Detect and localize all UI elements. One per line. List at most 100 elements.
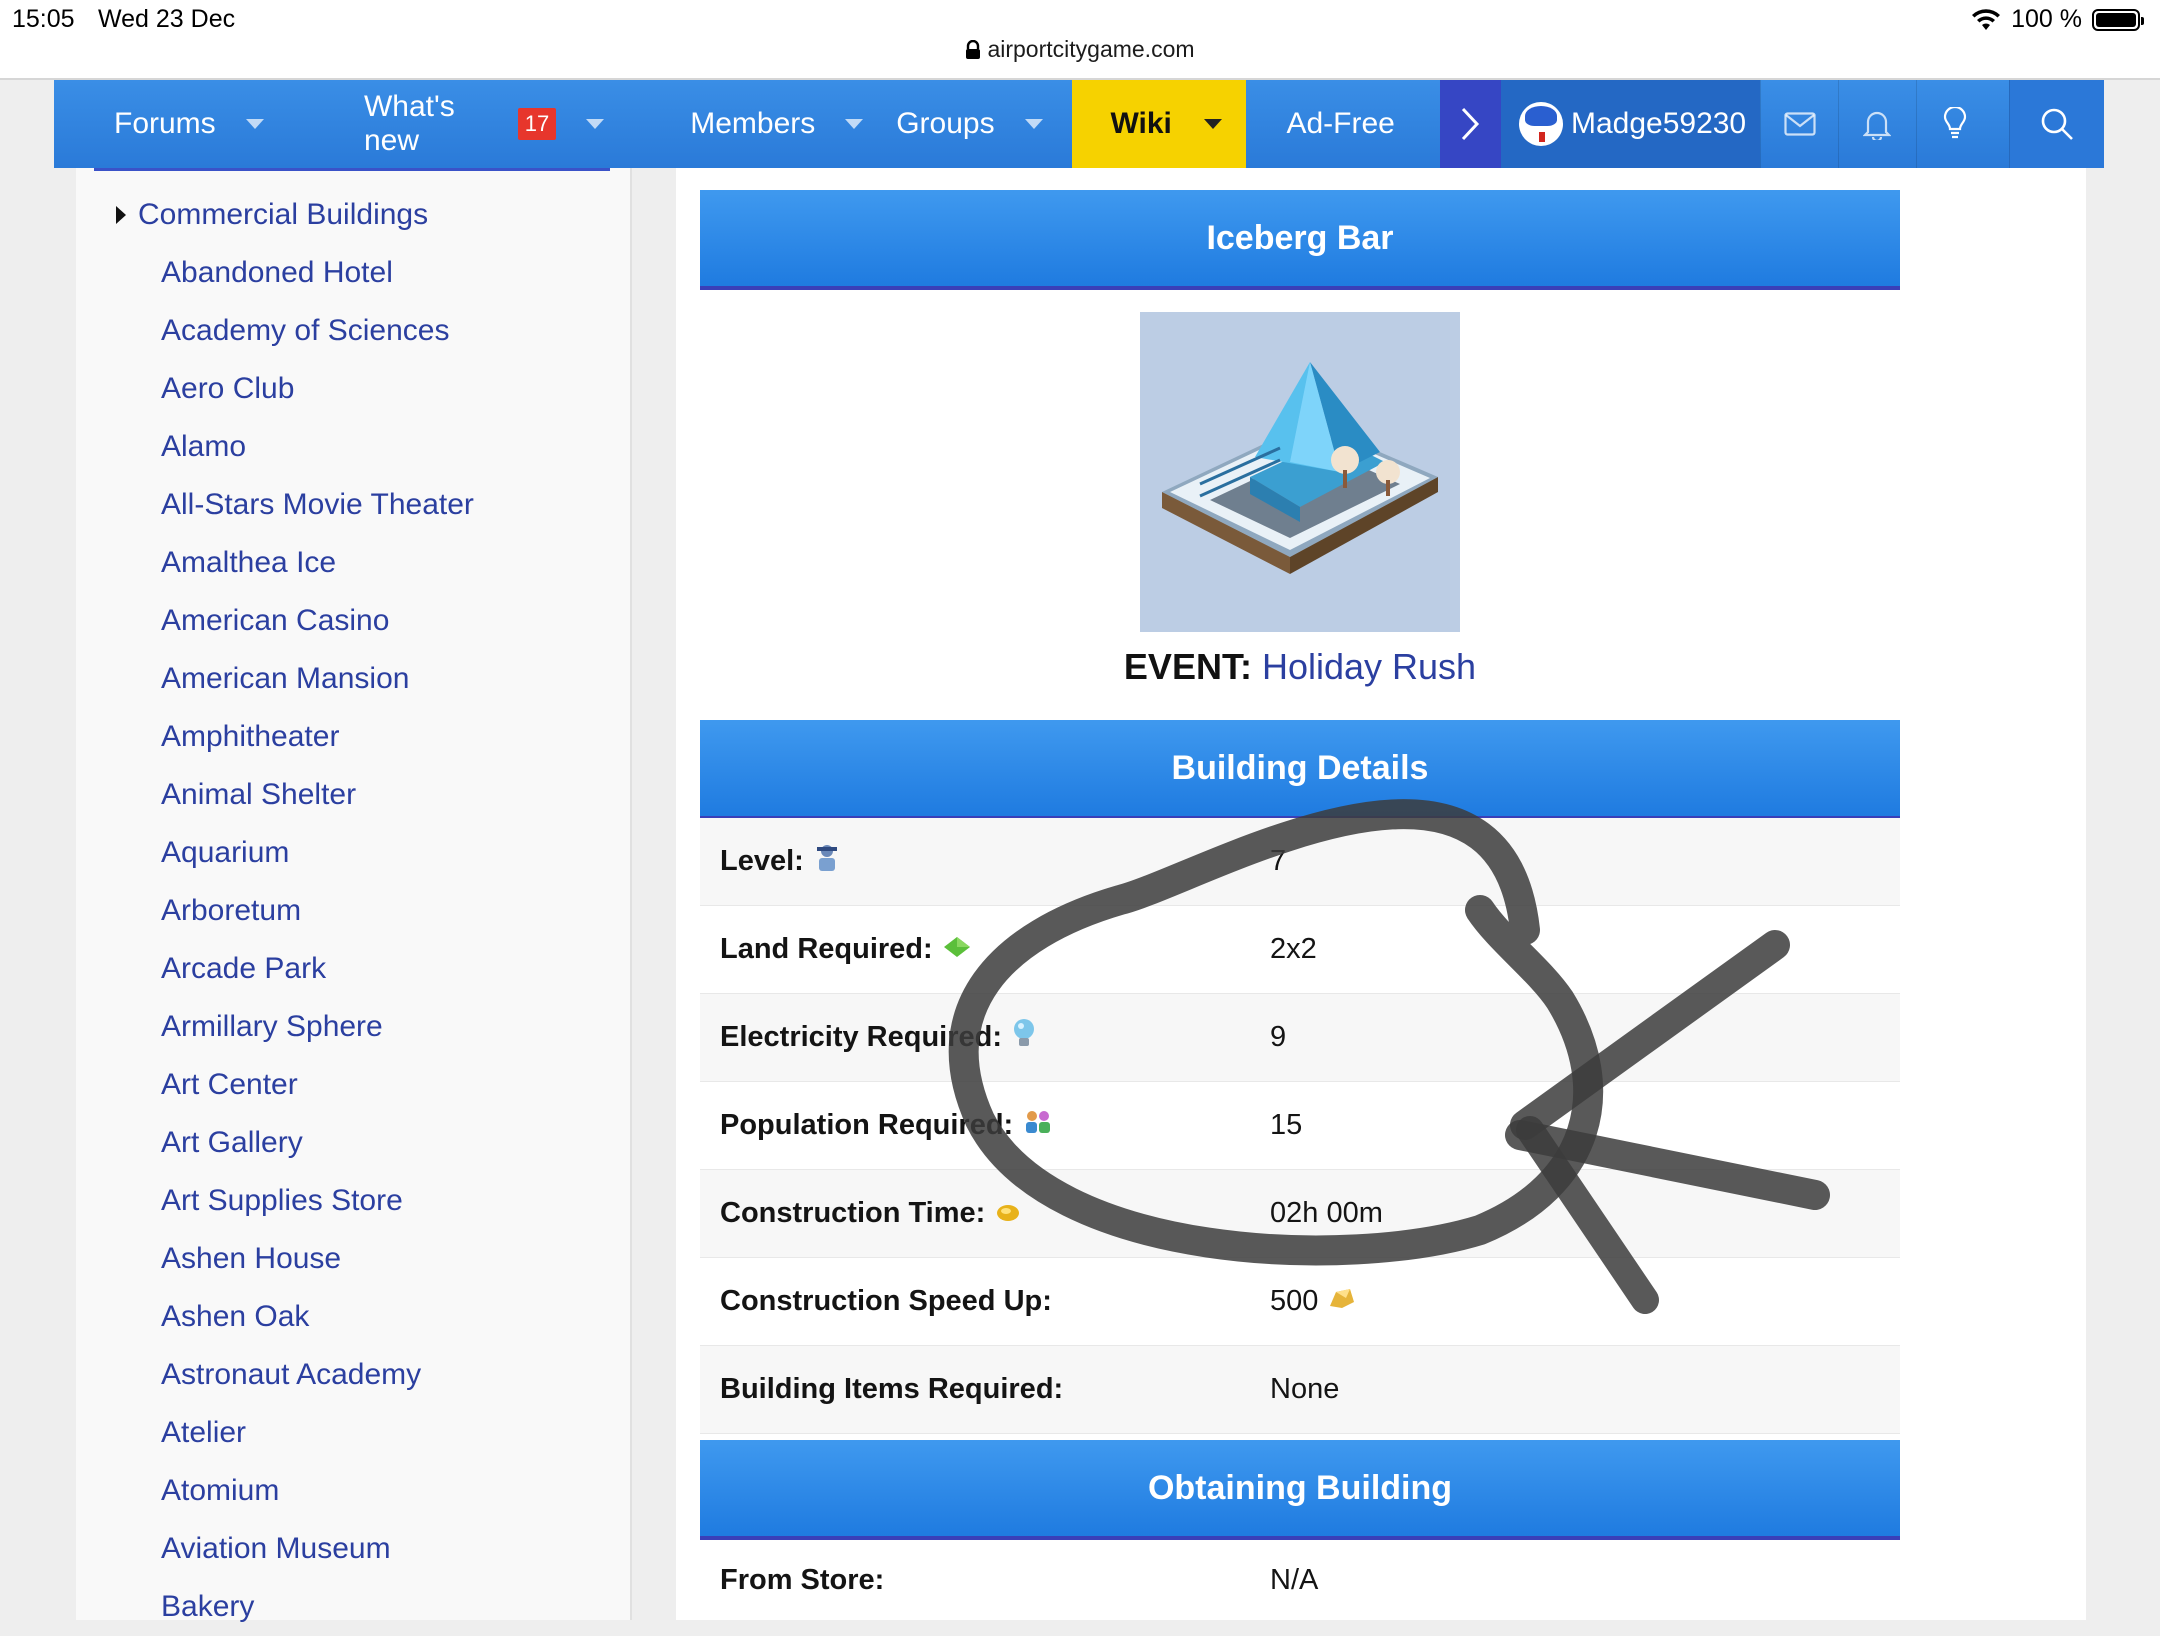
building-details-title: Building Details (1171, 748, 1429, 787)
nav-whats-new-label: What's new (363, 90, 455, 157)
sidebar-item[interactable]: American Casino (76, 592, 630, 650)
details-label: Population Required: (700, 1109, 1270, 1143)
building-title-header: Iceberg Bar (700, 190, 1900, 290)
event-label: EVENT: (1123, 646, 1252, 687)
sidebar-item[interactable]: Amalthea Ice (76, 534, 630, 592)
status-bar: 15:05 Wed 23 Dec 100 % airportcitygame.c… (0, 0, 2160, 80)
event-link[interactable]: Holiday Rush (1262, 646, 1476, 687)
alerts-button[interactable] (1837, 80, 1916, 168)
sidebar-item[interactable]: Bakery (76, 1578, 630, 1636)
ideas-button[interactable] (1915, 80, 1994, 168)
building-image (1140, 312, 1460, 632)
status-time: 15:05 (12, 5, 75, 33)
nav-whats-new[interactable]: What's new 17 (296, 80, 630, 168)
sidebar-item[interactable]: Arcade Park (76, 940, 630, 998)
url-text: airportcitygame.com (987, 36, 1195, 62)
sidebar-item[interactable]: Atelier (76, 1404, 630, 1462)
details-label-text: Land Required: (720, 933, 933, 965)
search-icon (2041, 108, 2073, 140)
envelope-icon (1784, 112, 1816, 136)
search-button[interactable] (2009, 80, 2104, 168)
details-row: Electricity Required: 9 (700, 994, 1900, 1082)
address-bar[interactable]: airportcitygame.com (0, 36, 2160, 63)
chevron-down-icon[interactable] (1203, 119, 1222, 129)
building-details-header: Building Details (700, 720, 1900, 820)
chevron-down-icon[interactable] (586, 119, 605, 129)
expand-triangle-icon[interactable] (116, 206, 126, 224)
sidebar-category-label: Commercial Buildings (138, 198, 429, 231)
time-icon (995, 1197, 1021, 1230)
nav-wiki[interactable]: Wiki (1072, 80, 1247, 168)
event-line: EVENT: Holiday Rush (700, 646, 1900, 688)
sidebar-category[interactable]: Commercial Buildings (76, 186, 630, 244)
details-value-text: 7 (1270, 845, 1287, 877)
bell-icon (1863, 111, 1892, 140)
nav-groups[interactable]: Groups (850, 80, 1072, 168)
nav-groups-label: Groups (896, 107, 995, 140)
wiki-sidebar: Commercial Buildings Abandoned Hotel Acad… (76, 168, 632, 1623)
sidebar-item[interactable]: Armillary Sphere (76, 998, 630, 1056)
details-label-text: Level: (720, 845, 804, 877)
from-store-row: From Store: N/A (700, 1540, 1900, 1620)
nav-scroll-right-button[interactable] (1439, 80, 1501, 168)
details-value-text: 2x2 (1270, 933, 1317, 965)
building-title: Iceberg Bar (1206, 218, 1394, 257)
chevron-down-icon[interactable] (1024, 119, 1043, 129)
gold-icon (1328, 1285, 1356, 1318)
sidebar-item[interactable]: Aero Club (76, 360, 630, 418)
details-row: Construction Speed Up: 500 (700, 1258, 1900, 1346)
sidebar-item[interactable]: Abandoned Hotel (76, 244, 630, 302)
sidebar-item[interactable]: Arboretum (76, 882, 630, 940)
details-value-text: 9 (1270, 1021, 1287, 1053)
inbox-button[interactable] (1760, 80, 1838, 168)
details-value-text: 15 (1270, 1109, 1303, 1141)
sidebar-item[interactable]: Ashen Oak (76, 1288, 630, 1346)
lock-icon (966, 40, 981, 59)
electricity-icon (1012, 1018, 1036, 1058)
nav-ad-free-label: Ad-Free (1286, 107, 1395, 140)
nav-members[interactable]: Members (630, 80, 864, 168)
details-value: 500 (1270, 1285, 1356, 1318)
sidebar-item[interactable]: Animal Shelter (76, 766, 630, 824)
site-nav: Forums What's new 17 Members Groups Wiki… (54, 80, 2104, 168)
iceberg-bar-illustration (1162, 362, 1438, 574)
battery-icon (2092, 8, 2144, 31)
details-row: Level: 7 (700, 818, 1900, 906)
sidebar-item[interactable]: Art Gallery (76, 1114, 630, 1172)
lightbulb-icon (1943, 107, 1966, 139)
nav-forums[interactable]: Forums (54, 80, 296, 168)
sidebar-item[interactable]: All-Stars Movie Theater (76, 476, 630, 534)
avatar (1518, 102, 1563, 146)
sidebar-item[interactable]: American Mansion (76, 650, 630, 708)
sidebar-item[interactable]: Aviation Museum (76, 1520, 630, 1578)
details-value: None (1270, 1373, 1339, 1406)
sidebar-item[interactable]: Aquarium (76, 824, 630, 882)
user-menu[interactable]: Madge59230 (1500, 80, 1761, 168)
sidebar-item[interactable]: Amphitheater (76, 708, 630, 766)
details-label: Land Required: (700, 933, 1270, 966)
nav-wiki-label: Wiki (1110, 107, 1172, 140)
details-label-text: Construction Speed Up: (720, 1285, 1052, 1317)
sidebar-item[interactable]: Alamo (76, 418, 630, 476)
details-row: Building Items Required: None (700, 1346, 1900, 1434)
details-label-text: Construction Time: (720, 1197, 986, 1229)
notification-badge: 17 (517, 108, 557, 140)
main-content: Iceberg Bar EVENT: Holiday Rush Building… (676, 168, 2086, 1620)
sidebar-item[interactable]: Ashen House (76, 1230, 630, 1288)
sidebar-item[interactable]: Art Center (76, 1056, 630, 1114)
sidebar-item[interactable]: Academy of Sciences (76, 302, 630, 360)
sidebar-item[interactable]: Art Supplies Store (76, 1172, 630, 1230)
from-store-value: N/A (1270, 1563, 1319, 1596)
sidebar-item[interactable]: Astronaut Academy (76, 1346, 630, 1404)
chevron-down-icon[interactable] (245, 119, 264, 129)
details-label: Level: (700, 843, 1270, 881)
sidebar-list: Commercial Buildings Abandoned Hotel Acad… (76, 186, 630, 1636)
nav-ad-free[interactable]: Ad-Free (1246, 80, 1439, 168)
nav-forums-label: Forums (114, 107, 216, 140)
details-value: 9 (1270, 1021, 1286, 1054)
details-row: Land Required: 2x2 (700, 906, 1900, 994)
sidebar-item[interactable]: Atomium (76, 1462, 630, 1520)
nav-members-label: Members (690, 107, 816, 140)
details-value: 15 (1270, 1109, 1302, 1142)
details-value-text: 500 (1270, 1285, 1319, 1317)
